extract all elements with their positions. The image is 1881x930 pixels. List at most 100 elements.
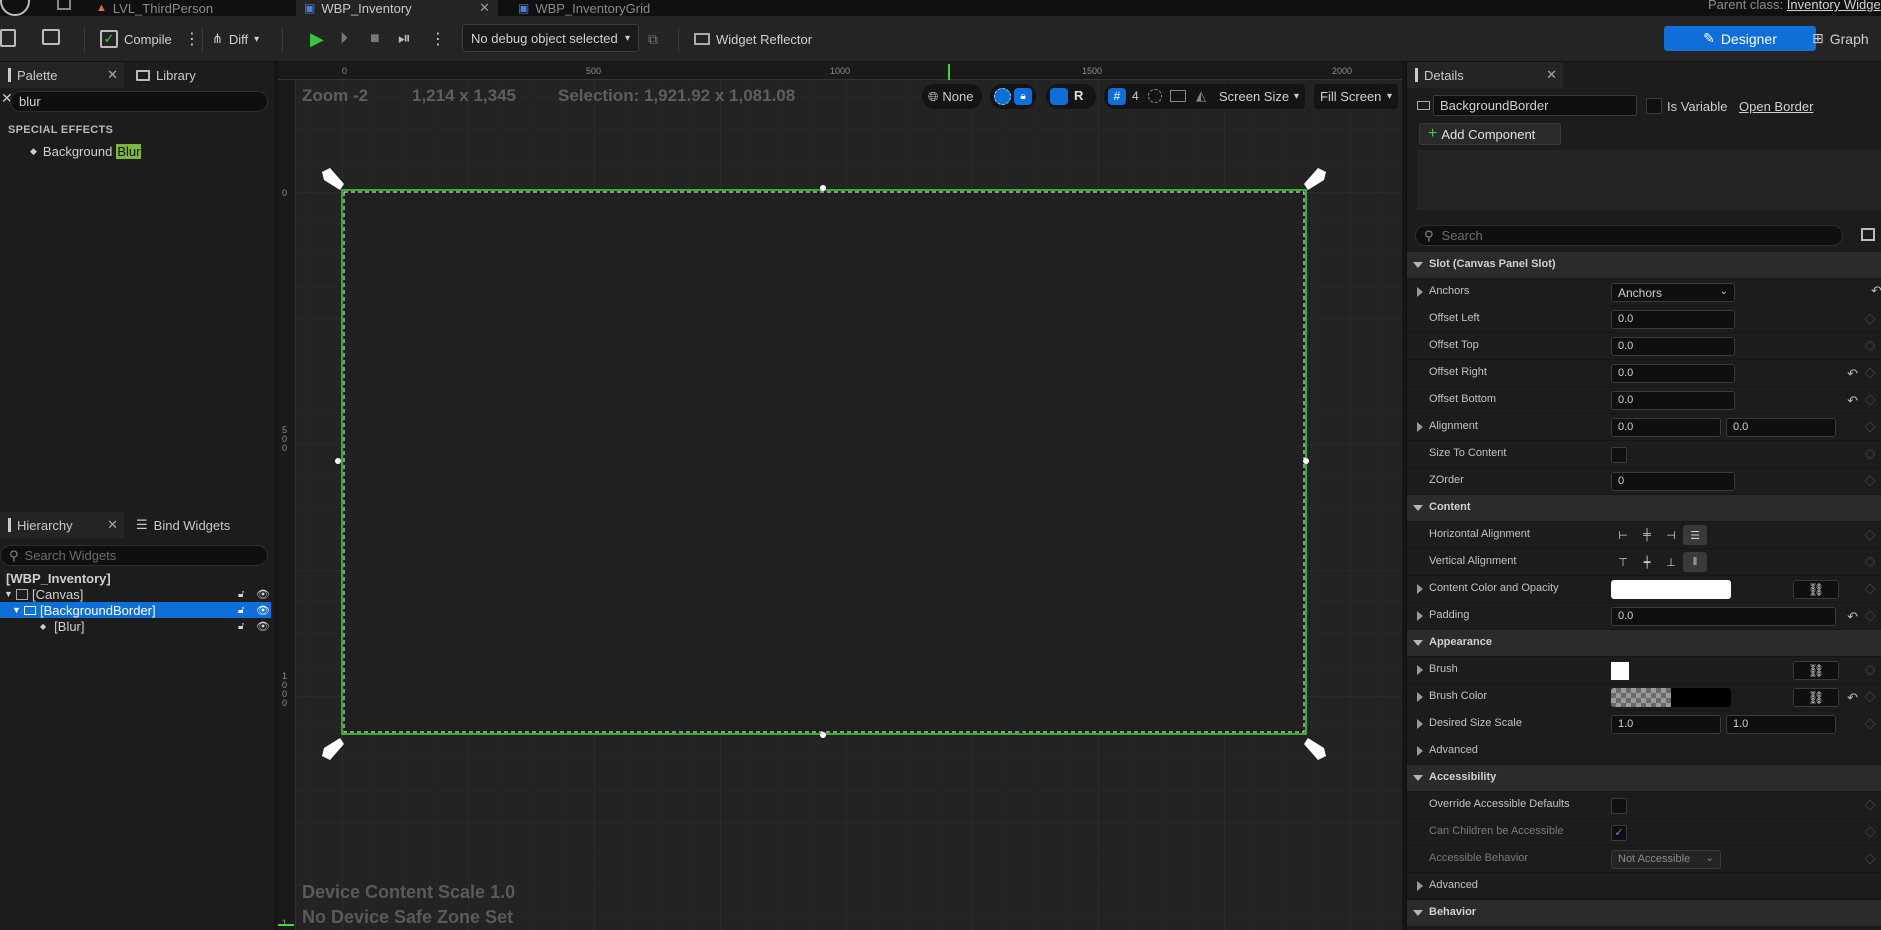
tab-library[interactable]: Library [128, 62, 268, 88]
grid-size-value[interactable]: 4 [1132, 89, 1139, 103]
tab-palette[interactable]: Palette ✕ [0, 62, 124, 88]
reset-icon[interactable]: ↶ [1847, 609, 1858, 625]
align-middle-icon[interactable]: ┿ [1635, 552, 1659, 572]
alignment-y-input[interactable]: 0.0 [1726, 418, 1836, 437]
anchor-bottom-left-icon[interactable] [320, 734, 346, 760]
reset-icon[interactable]: ↶ [1871, 283, 1881, 299]
alignment-x-input[interactable]: 0.0 [1611, 418, 1721, 437]
expand-icon[interactable] [1417, 611, 1423, 621]
parent-class-link[interactable]: Inventory Widge [1787, 0, 1881, 12]
widget-selection-frame[interactable] [278, 62, 1402, 930]
expand-icon[interactable] [1417, 692, 1423, 702]
lock-icon[interactable]: 🔓︎ [238, 589, 244, 600]
resize-handle-top[interactable] [820, 185, 826, 191]
is-variable-checkbox[interactable] [1646, 98, 1662, 114]
keyframe-icon[interactable] [1864, 448, 1876, 460]
expand-icon[interactable] [1417, 881, 1423, 891]
expand-icon[interactable] [1417, 584, 1423, 594]
tab-bind-widgets[interactable]: ☰ Bind Widgets [128, 512, 274, 538]
special-effects-header[interactable]: SPECIAL EFFECTS [8, 124, 113, 136]
keyframe-icon[interactable] [1864, 691, 1876, 703]
align-bottom-icon[interactable]: ⊥ [1659, 552, 1683, 572]
offset-right-input[interactable]: 0.0 [1611, 364, 1735, 383]
resize-handle-left[interactable] [335, 458, 341, 464]
eye-icon[interactable]: 👁︎ [256, 604, 270, 617]
keyframe-icon[interactable] [1864, 826, 1876, 838]
property-advanced-accessibility[interactable]: Advanced [1407, 873, 1881, 900]
lock-icon[interactable]: 🔒︎ [1014, 88, 1032, 105]
keyframe-icon[interactable] [1864, 583, 1876, 595]
keyframe-icon[interactable] [1864, 394, 1876, 406]
widget-name-input[interactable]: BackgroundBorder [1433, 95, 1637, 116]
compile-button[interactable]: ✓ Compile [100, 26, 172, 52]
tab-wbp-inventory[interactable]: ▣ WBP_Inventory ✕ [296, 0, 498, 16]
tab-details[interactable]: Details ✕ [1407, 62, 1563, 88]
offset-top-input[interactable]: 0.0 [1611, 337, 1735, 356]
view-options-icon[interactable] [1861, 228, 1875, 241]
unreal-logo-icon[interactable] [0, 0, 30, 16]
designer-mode-button[interactable]: ✎ Designer [1664, 26, 1816, 51]
hierarchy-search-input[interactable]: ⚲ Search Widgets [0, 545, 268, 566]
grid-icon[interactable]: # [1108, 88, 1126, 105]
add-component-button[interactable]: + Add Component [1419, 123, 1561, 145]
align-center-icon[interactable]: ╪ [1635, 525, 1659, 545]
details-search-input[interactable]: ⚲ Search [1415, 225, 1843, 246]
align-fill-icon[interactable]: ☰ [1683, 525, 1707, 545]
stop-button[interactable]: ■ [370, 26, 380, 52]
offset-bottom-input[interactable]: 0.0 [1611, 391, 1735, 410]
save-icon[interactable] [0, 29, 16, 47]
debug-object-select[interactable]: No debug object selected ▾ [462, 24, 639, 52]
eye-icon[interactable]: 👁︎ [256, 588, 270, 601]
keyframe-icon[interactable] [1864, 799, 1876, 811]
anchor-bottom-right-icon[interactable] [1302, 734, 1328, 760]
browse-icon[interactable] [42, 29, 60, 45]
section-appearance[interactable]: Appearance [1407, 630, 1881, 657]
image-icon[interactable] [1170, 90, 1186, 102]
tree-root[interactable]: [WBP_Inventory] [6, 570, 111, 586]
keyframe-icon[interactable] [1864, 664, 1876, 676]
flip-icon[interactable]: ◭ [1196, 88, 1206, 104]
collapse-icon[interactable]: ▼ [12, 605, 24, 615]
keyframe-icon[interactable] [1864, 718, 1876, 730]
expand-icon[interactable] [1417, 719, 1423, 729]
size-to-content-checkbox[interactable] [1611, 447, 1627, 463]
diff-button[interactable]: ⋔ Diff ▾ [212, 26, 259, 52]
tree-background-border[interactable]: ▼ [BackgroundBorder] 🔓︎ 👁︎ [0, 602, 271, 618]
keyframe-icon[interactable] [1864, 367, 1876, 379]
close-tab-icon[interactable]: ✕ [479, 0, 490, 16]
keyframe-icon[interactable] [1864, 853, 1876, 865]
link-icon[interactable]: ⛓ [1793, 688, 1839, 707]
snap-icon[interactable] [994, 88, 1011, 105]
lock-icon[interactable]: 🔓︎ [238, 605, 244, 616]
anchor-top-right-icon[interactable] [1302, 168, 1328, 194]
align-left-icon[interactable]: ⊢ [1611, 525, 1635, 545]
home-icon[interactable] [57, 0, 71, 10]
keyframe-icon[interactable] [1864, 610, 1876, 622]
compile-options-icon[interactable]: ⋮ [184, 26, 200, 52]
link-icon[interactable]: ⛓ [1793, 580, 1839, 599]
section-behavior[interactable]: Behavior [1407, 900, 1881, 927]
brush-swatch[interactable] [1611, 662, 1629, 680]
widget-reflector-button[interactable]: Widget Reflector [694, 26, 812, 52]
reset-icon[interactable]: ↶ [1847, 366, 1858, 382]
section-accessibility[interactable]: Accessibility [1407, 765, 1881, 792]
lock-icon[interactable]: 🔓︎ [238, 621, 244, 632]
eye-icon[interactable]: 👁︎ [256, 620, 270, 633]
section-slot[interactable]: Slot (Canvas Panel Slot) [1407, 252, 1881, 279]
desired-size-x-input[interactable]: 1.0 [1611, 715, 1721, 734]
keyframe-icon[interactable] [1864, 556, 1876, 568]
step-button[interactable]: ⏵ [340, 26, 348, 52]
anchors-dropdown[interactable]: Anchors ⌄ [1611, 283, 1735, 302]
expand-icon[interactable] [1417, 746, 1423, 756]
graph-mode-button[interactable]: ⊞ Graph [1812, 26, 1869, 51]
children-accessible-checkbox[interactable]: ✓ [1611, 825, 1627, 841]
keyframe-icon[interactable] [1864, 421, 1876, 433]
reset-icon[interactable]: ↶ [1847, 690, 1858, 706]
tab-wbp-inventorygrid[interactable]: ▣ WBP_InventoryGrid [510, 0, 658, 16]
open-border-link[interactable]: Open Border [1739, 99, 1813, 114]
keyframe-icon[interactable] [1864, 475, 1876, 487]
offset-left-input[interactable]: 0.0 [1611, 310, 1735, 329]
outline-icon[interactable] [1148, 89, 1162, 103]
designer-canvas[interactable]: 0 500 1000 1500 2000 0 5 0 0 1 0 0 0 1 Z… [278, 62, 1402, 930]
resize-handle-right[interactable] [1303, 458, 1309, 464]
